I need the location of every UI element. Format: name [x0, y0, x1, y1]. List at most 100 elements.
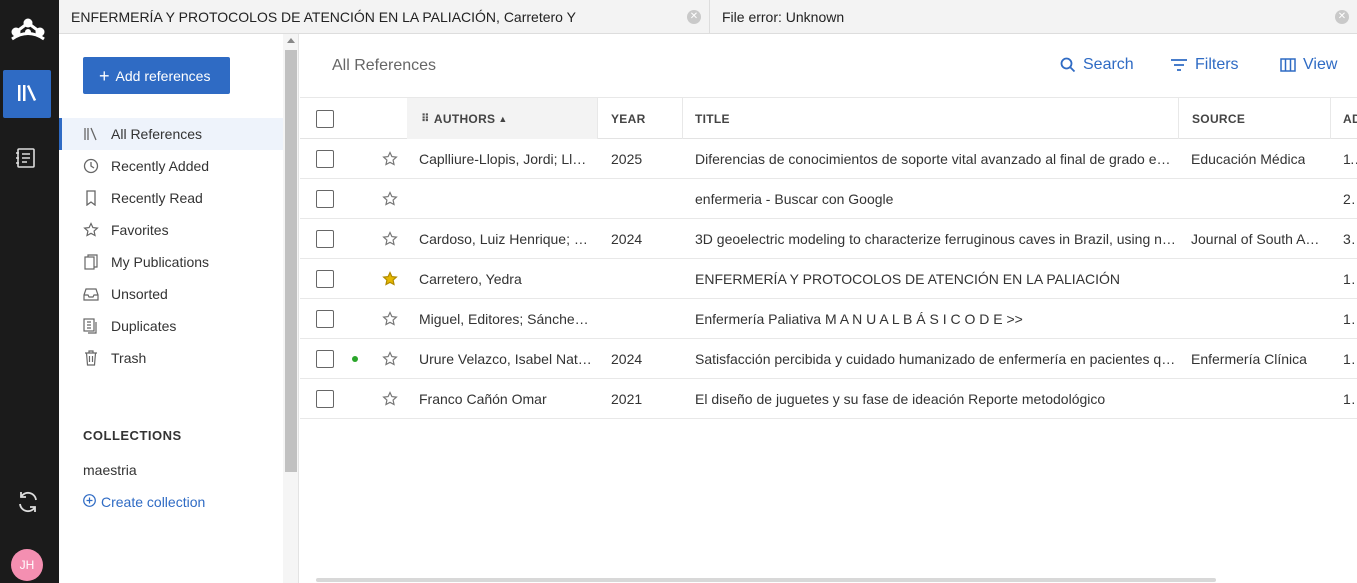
added-text: 20 — [1343, 190, 1357, 207]
sidebar-item-trash[interactable]: Trash — [59, 342, 283, 374]
sidebar-item-favorites[interactable]: Favorites — [59, 214, 283, 246]
table-row[interactable]: Caplliure-Llopis, Jordi; Llopis Jordi 202… — [300, 139, 1357, 179]
star-icon[interactable] — [382, 219, 400, 258]
table-row[interactable]: enfermeria - Buscar con Google 20 — [300, 179, 1357, 219]
publications-icon — [83, 254, 99, 270]
library-nav-button[interactable] — [3, 70, 51, 118]
close-icon[interactable]: ✕ — [1335, 10, 1349, 24]
sidebar-item-duplicates[interactable]: Duplicates — [59, 310, 283, 342]
row-select-cell — [316, 179, 336, 218]
star-icon[interactable] — [382, 379, 400, 418]
column-header-title[interactable]: TITLE — [683, 98, 1179, 139]
create-collection-button[interactable]: Create collection — [83, 494, 205, 510]
tab-document-1[interactable]: ENFERMERÍA Y PROTOCOLOS DE ATENCIÓN EN L… — [59, 0, 710, 33]
cell-year — [611, 299, 681, 338]
plus-circle-icon — [83, 494, 96, 510]
column-header-source[interactable]: SOURCE — [1179, 98, 1331, 139]
search-button[interactable]: Search — [1060, 56, 1134, 74]
page-title: All References — [332, 57, 437, 74]
sidebar-item-label: Favorites — [111, 222, 169, 238]
row-checkbox[interactable] — [316, 149, 334, 168]
close-icon[interactable]: ✕ — [687, 10, 701, 24]
cell-source: Enfermería Clínica — [1191, 339, 1327, 378]
row-select-cell — [316, 299, 336, 338]
column-header-added[interactable]: AD — [1331, 98, 1357, 139]
unread-indicator-cell — [352, 219, 362, 258]
columns-icon — [1280, 58, 1296, 72]
table-row[interactable]: Urure Velazco, Isabel Natividad 2024 Satis… — [300, 339, 1357, 379]
sidebar-item-unsorted[interactable]: Unsorted — [59, 278, 283, 310]
table-row[interactable]: Carretero, Yedra ENFERMERÍA Y PROTOCOLOS … — [300, 259, 1357, 299]
authors-text: Urure Velazco, Isabel Natividad — [419, 350, 593, 367]
cell-added: 30 — [1343, 219, 1357, 258]
star-icon[interactable] — [382, 139, 400, 178]
cell-authors: Cardoso, Luiz Henrique; de Souza — [419, 219, 599, 258]
row-checkbox[interactable] — [316, 189, 334, 208]
column-header-label: AUTHORS — [433, 111, 496, 126]
mendeley-logo-icon[interactable] — [9, 14, 47, 44]
table-row[interactable]: Franco Cañón Omar 2021 El diseño de juguet… — [300, 379, 1357, 419]
star-icon[interactable] — [382, 299, 400, 338]
table-row[interactable]: Cardoso, Luiz Henrique; de Souza 2024 3D g… — [300, 219, 1357, 259]
add-references-button[interactable]: + Add references — [83, 57, 230, 94]
user-avatar[interactable]: JH — [11, 549, 43, 581]
title-text: Diferencias de conocimientos de soporte … — [695, 150, 1177, 167]
column-header-year[interactable]: YEAR — [598, 98, 683, 139]
row-checkbox[interactable] — [316, 389, 334, 408]
search-icon — [1060, 57, 1076, 73]
year-text: 2021 — [611, 390, 643, 407]
tab-document-2[interactable]: File error: Unknown ✕ — [710, 0, 1357, 33]
table-row[interactable]: Miguel, Editores; Sánchez Martín Enfermer… — [300, 299, 1357, 339]
unread-indicator-cell — [352, 339, 362, 378]
scrollbar-thumb[interactable] — [285, 50, 297, 472]
horizontal-scrollbar[interactable] — [316, 578, 1216, 582]
library-icon — [16, 83, 38, 106]
added-text: 17 — [1343, 310, 1357, 327]
row-checkbox[interactable] — [316, 349, 334, 368]
sidebar-item-recently-added[interactable]: Recently Added — [59, 150, 283, 182]
year-text: 2024 — [611, 230, 643, 247]
sidebar-item-recently-read[interactable]: Recently Read — [59, 182, 283, 214]
cell-year: 2024 — [611, 339, 681, 378]
sidebar-item-all-references[interactable]: All References — [59, 118, 283, 150]
sidebar-item-my-publications[interactable]: My Publications — [59, 246, 283, 278]
select-all-checkbox[interactable] — [316, 109, 334, 128]
unread-indicator-cell — [352, 299, 362, 338]
view-button[interactable]: View — [1280, 56, 1337, 74]
scroll-up-arrow-icon[interactable] — [287, 38, 295, 43]
row-checkbox[interactable] — [316, 309, 334, 328]
row-checkbox[interactable] — [316, 229, 334, 248]
sidebar-scrollbar[interactable] — [283, 34, 299, 583]
cell-source — [1191, 259, 1327, 298]
sidebar-item-label: Recently Added — [111, 158, 210, 174]
unread-indicator-cell — [352, 379, 362, 418]
authors-text: Franco Cañón Omar — [419, 390, 547, 407]
column-header-authors[interactable]: ⠿ AUTHORS ▲ — [407, 98, 598, 139]
cell-title: Enfermería Paliativa M A N U A L B Á S I… — [695, 299, 1183, 338]
authors-text: Caplliure-Llopis, Jordi; Llopis Jordi — [419, 150, 593, 167]
authors-text: Carretero, Yedra — [419, 270, 522, 287]
plus-icon: + — [99, 65, 110, 86]
star-icon[interactable] — [382, 179, 400, 218]
cell-title: 3D geoelectric modeling to characterize … — [695, 219, 1183, 258]
star-filled-icon[interactable] — [382, 259, 400, 298]
filter-icon — [1170, 58, 1188, 72]
added-text: 30 — [1343, 230, 1357, 247]
inbox-icon — [83, 286, 99, 302]
star-icon[interactable] — [382, 339, 400, 378]
filters-button[interactable]: Filters — [1170, 56, 1239, 74]
drag-handle-icon[interactable]: ⠿ — [421, 112, 430, 125]
column-header-label: SOURCE — [1192, 111, 1246, 126]
select-all-cell — [316, 98, 336, 139]
notebook-nav-button[interactable] — [14, 146, 40, 172]
collection-item-maestria[interactable]: maestria — [83, 462, 137, 478]
create-collection-label: Create collection — [101, 494, 206, 510]
notebook-icon — [14, 148, 38, 173]
source-text: Enfermería Clínica — [1191, 350, 1307, 367]
row-checkbox[interactable] — [316, 269, 334, 288]
cell-source — [1191, 179, 1327, 218]
cell-source — [1191, 379, 1327, 418]
sync-button[interactable] — [15, 489, 41, 515]
year-text: 2024 — [611, 350, 643, 367]
year-text: 2025 — [611, 150, 643, 167]
